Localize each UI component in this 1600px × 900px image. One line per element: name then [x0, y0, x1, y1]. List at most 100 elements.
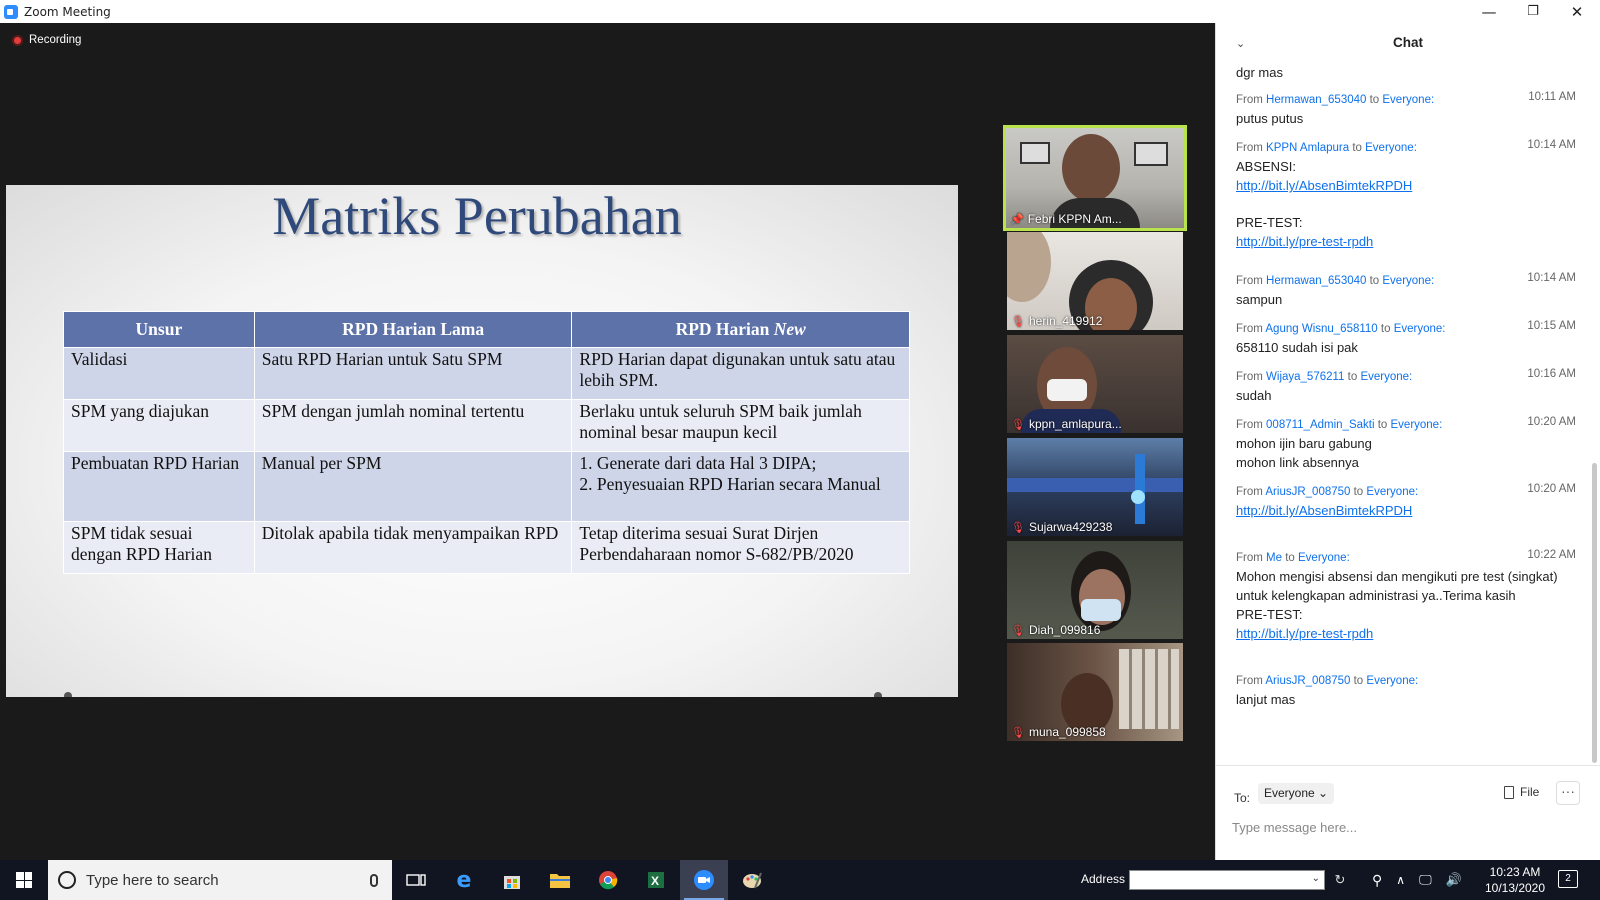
- network-icon[interactable]: 🖵: [1419, 872, 1432, 888]
- recording-label: Recording: [29, 34, 82, 46]
- mic-muted-icon: 🎙: [1011, 418, 1025, 431]
- message-time: 10:14 AM: [1527, 139, 1576, 151]
- message-sender[interactable]: Me: [1266, 552, 1282, 564]
- chat-message-input[interactable]: [1232, 816, 1572, 838]
- table-cell: Tetap diterima sesuai Surat Dirjen Perbe…: [571, 521, 910, 574]
- table-cell: SPM tidak sesuai dengan RPD Harian: [63, 521, 255, 574]
- store-icon[interactable]: [488, 860, 536, 900]
- table-row: Validasi Satu RPD Harian untuk Satu SPM …: [63, 347, 910, 400]
- message-link[interactable]: http://bit.ly/AbsenBimtekRPDH: [1236, 176, 1576, 195]
- start-button[interactable]: [0, 860, 48, 900]
- pin-icon: 📌: [1010, 213, 1024, 226]
- message-text: PRE-TEST:: [1236, 607, 1303, 622]
- message-sender[interactable]: AriusJR_008750: [1265, 486, 1350, 498]
- message-recipient[interactable]: Everyone:: [1382, 275, 1434, 287]
- message-sender[interactable]: Hermawan_653040: [1266, 94, 1366, 106]
- chat-message: dgr mas: [1236, 63, 1576, 82]
- paint-icon[interactable]: [728, 860, 776, 900]
- message-recipient[interactable]: Everyone:: [1298, 552, 1350, 564]
- chevron-down-icon[interactable]: ⌄: [1312, 873, 1320, 884]
- message-sender[interactable]: Agung Wisnu_658110: [1265, 323, 1377, 335]
- table-row: SPM tidak sesuai dengan RPD Harian Ditol…: [63, 521, 910, 574]
- participant-name: muna_099858: [1028, 725, 1106, 739]
- message-recipient[interactable]: Everyone:: [1382, 94, 1434, 106]
- slide-title: Matriks Perubahan: [272, 186, 682, 246]
- change-matrix-table: Unsur RPD Harian Lama RPD Harian New Val…: [63, 311, 910, 574]
- refresh-icon[interactable]: ↻: [1329, 869, 1351, 891]
- video-tile[interactable]: 🎙 muna_099858: [1007, 643, 1183, 741]
- task-view-icon[interactable]: [392, 860, 440, 900]
- zoom-taskbar-icon[interactable]: [680, 860, 728, 900]
- window-title: Zoom Meeting: [24, 4, 111, 19]
- file-button[interactable]: File: [1504, 785, 1539, 799]
- title-bar: Zoom Meeting — ❐ ✕: [0, 0, 1600, 23]
- chevron-up-icon[interactable]: ∧: [1396, 873, 1405, 887]
- message-recipient[interactable]: Everyone:: [1391, 419, 1443, 431]
- zoom-app-icon: [4, 4, 18, 19]
- video-tile[interactable]: 🎙 Sujarwa429238: [1007, 438, 1183, 536]
- message-recipient[interactable]: Everyone:: [1365, 142, 1417, 154]
- recipient-dropdown[interactable]: Everyone ⌄: [1258, 783, 1335, 804]
- chat-message: From KPPN Amlapura to Everyone: 10:14 AM…: [1236, 139, 1576, 251]
- clock-date: 10/13/2020: [1484, 881, 1546, 895]
- message-time: 10:22 AM: [1527, 549, 1576, 561]
- windows-logo-icon: [16, 872, 32, 888]
- table-cell: Berlaku untuk seluruh SPM baik jumlah no…: [571, 399, 910, 452]
- chat-message: From AriusJR_008750 to Everyone: lanjut …: [1236, 672, 1576, 709]
- message-sender[interactable]: KPPN Amlapura: [1266, 142, 1349, 154]
- close-button[interactable]: ✕: [1554, 0, 1600, 23]
- message-sender[interactable]: AriusJR_008750: [1265, 675, 1350, 687]
- chat-message: From Hermawan_653040 to Everyone: 10:14 …: [1236, 272, 1576, 307]
- table-header-italic: New: [773, 319, 806, 339]
- minimize-button[interactable]: —: [1466, 0, 1512, 23]
- message-time: 10:15 AM: [1527, 320, 1576, 332]
- participant-name: Sujarwa429238: [1028, 520, 1113, 534]
- chat-composer: To: Everyone ⌄ File ···: [1216, 765, 1600, 860]
- mic-muted-icon: 🎙: [1011, 624, 1025, 637]
- edge-browser-icon[interactable]: e: [440, 860, 488, 900]
- video-tile[interactable]: 🎙 kppn_amlapura...: [1007, 335, 1183, 433]
- message-link[interactable]: http://bit.ly/pre-test-rpdh: [1236, 232, 1576, 251]
- system-tray: ⚲ ∧ 🖵 🔊: [1372, 860, 1462, 900]
- address-input[interactable]: ⌄: [1129, 870, 1325, 890]
- excel-icon[interactable]: X: [632, 860, 680, 900]
- mic-muted-icon: 🎙: [1011, 726, 1025, 739]
- table-header: RPD Harian Lama: [253, 311, 573, 348]
- more-options-button[interactable]: ···: [1556, 781, 1580, 805]
- maximize-button[interactable]: ❐: [1510, 0, 1556, 23]
- recording-indicator[interactable]: Recording: [12, 34, 81, 46]
- message-text: sudah: [1236, 388, 1272, 403]
- people-icon[interactable]: ⚲: [1372, 872, 1382, 889]
- message-link[interactable]: http://bit.ly/AbsenBimtekRPDH: [1236, 501, 1576, 520]
- volume-icon[interactable]: 🔊: [1446, 872, 1462, 888]
- message-recipient[interactable]: Everyone:: [1394, 323, 1446, 335]
- message-recipient[interactable]: Everyone:: [1366, 486, 1418, 498]
- microphone-icon[interactable]: [370, 873, 378, 887]
- message-sender[interactable]: 008711_Admin_Sakti: [1266, 419, 1374, 431]
- participant-name: Febri KPPN Am...: [1027, 212, 1122, 226]
- table-cell: RPD Harian dapat digunakan untuk satu at…: [571, 347, 910, 400]
- table-cell: Satu RPD Harian untuk Satu SPM: [253, 347, 573, 400]
- message-link[interactable]: http://bit.ly/pre-test-rpdh: [1236, 624, 1576, 643]
- taskbar-search-box[interactable]: Type here to search: [48, 860, 392, 900]
- face-mask: [1047, 379, 1087, 401]
- video-tile-active-speaker[interactable]: 📌 Febri KPPN Am...: [1003, 125, 1187, 231]
- chat-scrollbar[interactable]: [1592, 463, 1597, 763]
- message-sender[interactable]: Wijaya_576211: [1266, 371, 1344, 383]
- mic-muted-icon: 🎙: [1011, 521, 1025, 534]
- notification-center-icon[interactable]: 2: [1558, 870, 1578, 888]
- table-cell: Validasi: [63, 347, 255, 400]
- video-tile[interactable]: 🎙 Diah_099816: [1007, 541, 1183, 639]
- table-row: Pembuatan RPD Harian Manual per SPM 1. G…: [63, 451, 910, 522]
- message-recipient[interactable]: Everyone:: [1360, 371, 1412, 383]
- message-text: mohon ijin baru gabung: [1236, 436, 1372, 451]
- chrome-icon[interactable]: [584, 860, 632, 900]
- file-explorer-icon[interactable]: [536, 860, 584, 900]
- message-recipient[interactable]: Everyone:: [1366, 675, 1418, 687]
- address-toolbar-label: Address: [1081, 872, 1126, 886]
- message-sender[interactable]: Hermawan_653040: [1266, 275, 1366, 287]
- message-time: 10:20 AM: [1527, 416, 1576, 428]
- taskbar-clock[interactable]: 10:23 AM 10/13/2020: [1480, 864, 1550, 896]
- slide-handle-dot: [64, 692, 72, 697]
- video-tile[interactable]: 🎙 herin_419912: [1007, 232, 1183, 330]
